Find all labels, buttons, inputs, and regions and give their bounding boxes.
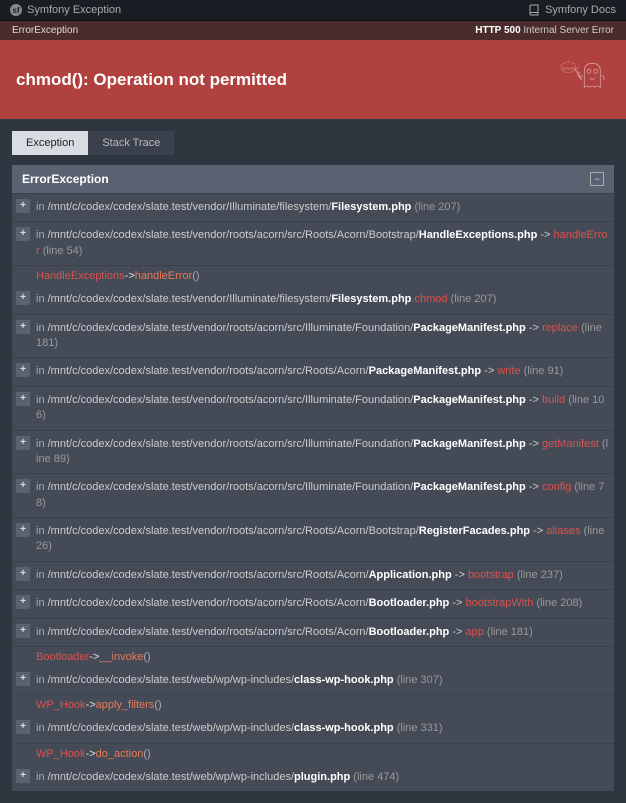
trace-row: + in /mnt/c/codex/codex/slate.test/web/wp… <box>12 715 614 742</box>
trace-row: + in /mnt/c/codex/codex/slate.test/vendor… <box>12 222 614 266</box>
svg-text:Exception!: Exception! <box>563 66 579 70</box>
expand-icon[interactable]: + <box>16 523 30 537</box>
trace-text: in /mnt/c/codex/codex/slate.test/vendor/… <box>36 564 569 587</box>
expand-icon[interactable]: + <box>16 624 30 638</box>
expand-icon[interactable]: + <box>16 479 30 493</box>
status-bar: ErrorException HTTP 500 Internal Server … <box>0 21 626 40</box>
trace-row: + in /mnt/c/codex/codex/slate.test/web/wp… <box>12 667 614 694</box>
expand-icon[interactable]: + <box>16 291 30 305</box>
trace-row: + in /mnt/c/codex/codex/slate.test/vendor… <box>12 315 614 359</box>
trace-text: in /mnt/c/codex/codex/slate.test/vendor/… <box>36 520 614 559</box>
topbar-brand: sf Symfony Exception <box>10 4 121 16</box>
trace-row: + in /mnt/c/codex/codex/slate.test/vendor… <box>12 518 614 562</box>
expand-icon[interactable]: + <box>16 595 30 609</box>
expand-icon[interactable]: + <box>16 320 30 334</box>
trace-call: WP_Hook->apply_filters() <box>12 694 614 715</box>
expand-icon[interactable]: + <box>16 720 30 734</box>
exception-class-label: ErrorException <box>12 25 78 36</box>
trace-text: in /mnt/c/codex/codex/slate.test/vendor/… <box>36 317 614 356</box>
expand-icon[interactable]: + <box>16 769 30 783</box>
book-icon <box>528 4 540 16</box>
brand-label: Symfony Exception <box>27 4 121 16</box>
symfony-logo-icon: sf <box>10 4 22 16</box>
trace-text: in /mnt/c/codex/codex/slate.test/vendor/… <box>36 360 569 383</box>
docs-link[interactable]: Symfony Docs <box>528 4 616 16</box>
expand-icon[interactable]: + <box>16 227 30 241</box>
trace-call: HandleExceptions->handleError() <box>12 266 614 286</box>
expand-icon[interactable]: + <box>16 392 30 406</box>
collapse-icon[interactable]: − <box>590 172 604 186</box>
tab-stack-trace[interactable]: Stack Trace <box>88 131 174 155</box>
trace-row: + in /mnt/c/codex/codex/slate.test/vendor… <box>12 590 614 618</box>
topbar: sf Symfony Exception Symfony Docs <box>0 0 626 21</box>
trace-text: in /mnt/c/codex/codex/slate.test/vendor/… <box>36 621 539 644</box>
expand-icon[interactable]: + <box>16 672 30 686</box>
exception-panel: ErrorException − + in /mnt/c/codex/codex/… <box>12 165 614 791</box>
trace-row: + in /mnt/c/codex/codex/slate.test/vendor… <box>12 431 614 475</box>
error-message: chmod(): Operation not permitted <box>16 70 287 90</box>
trace-call: WP_Hook->do_action() <box>12 743 614 764</box>
panel-title: ErrorException <box>22 172 109 186</box>
panel-header: ErrorException − <box>12 165 614 194</box>
tabs: Exception Stack Trace <box>12 131 614 155</box>
trace-row: + in /mnt/c/codex/codex/slate.test/web/wp… <box>12 764 614 791</box>
http-status: HTTP 500 Internal Server Error <box>475 25 614 36</box>
expand-icon[interactable]: + <box>16 567 30 581</box>
trace-row: + in /mnt/c/codex/codex/slate.test/vendor… <box>12 286 614 314</box>
trace-row: + in /mnt/c/codex/codex/slate.test/vendor… <box>12 358 614 386</box>
trace-text: in /mnt/c/codex/codex/slate.test/vendor/… <box>36 476 614 515</box>
http-code: HTTP 500 <box>475 25 520 36</box>
content-area: Exception Stack Trace ErrorException − +… <box>0 119 626 803</box>
ghost-icon: Exception! <box>556 58 610 101</box>
trace-text: in /mnt/c/codex/codex/slate.test/vendor/… <box>36 389 614 428</box>
expand-icon[interactable]: + <box>16 199 30 213</box>
trace-text: in /mnt/c/codex/codex/slate.test/vendor/… <box>36 433 614 472</box>
trace-text: in /mnt/c/codex/codex/slate.test/web/wp/… <box>36 717 449 740</box>
http-text: Internal Server Error <box>523 25 614 36</box>
trace-row: + in /mnt/c/codex/codex/slate.test/vendor… <box>12 387 614 431</box>
expand-icon[interactable]: + <box>16 436 30 450</box>
trace-row: + in /mnt/c/codex/codex/slate.test/vendor… <box>12 562 614 590</box>
trace-text: in /mnt/c/codex/codex/slate.test/web/wp/… <box>36 669 449 692</box>
tab-exception[interactable]: Exception <box>12 131 88 155</box>
trace-text: in /mnt/c/codex/codex/slate.test/web/wp/… <box>36 766 405 789</box>
trace-text: in /mnt/c/codex/codex/slate.test/vendor/… <box>36 196 466 219</box>
trace-row: + in /mnt/c/codex/codex/slate.test/vendor… <box>12 619 614 647</box>
error-banner: chmod(): Operation not permitted Excepti… <box>0 40 626 119</box>
trace-list: + in /mnt/c/codex/codex/slate.test/vendor… <box>12 194 614 791</box>
trace-row: + in /mnt/c/codex/codex/slate.test/vendor… <box>12 194 614 222</box>
docs-label: Symfony Docs <box>545 4 616 16</box>
trace-row: + in /mnt/c/codex/codex/slate.test/vendor… <box>12 474 614 518</box>
trace-text: in /mnt/c/codex/codex/slate.test/vendor/… <box>36 592 588 615</box>
trace-text: in /mnt/c/codex/codex/slate.test/vendor/… <box>36 288 502 311</box>
trace-text: in /mnt/c/codex/codex/slate.test/vendor/… <box>36 224 614 263</box>
trace-call: Bootloader->__invoke() <box>12 647 614 667</box>
expand-icon[interactable]: + <box>16 363 30 377</box>
